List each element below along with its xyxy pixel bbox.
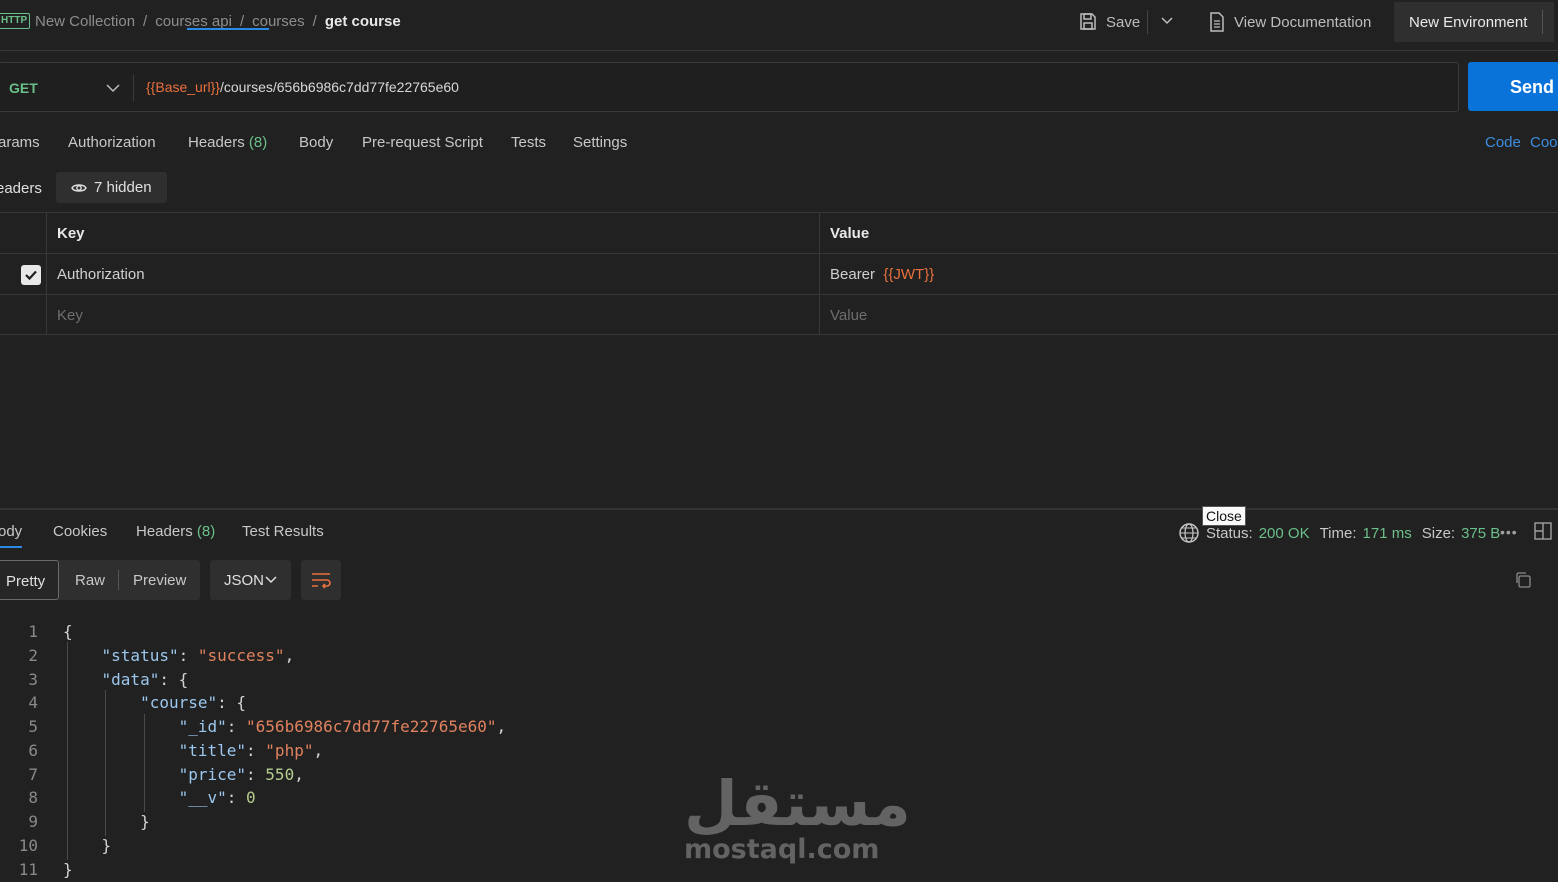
tab-pre-request-script[interactable]: Pre-request Script — [362, 134, 483, 151]
line-number: 3 — [28, 670, 38, 689]
http-request-icon: HTTP — [0, 13, 31, 29]
hidden-headers-toggle[interactable]: 7 hidden — [56, 172, 167, 203]
breadcrumb-collection[interactable]: New Collection — [35, 13, 135, 30]
code-line: "price": 550, — [178, 765, 304, 784]
code-line: } — [63, 860, 73, 879]
new-value-input[interactable]: Value — [820, 295, 1558, 335]
watermark-latin: mostaql.com — [684, 834, 880, 865]
environment-selector[interactable]: New Environment — [1394, 2, 1554, 42]
raw-button[interactable]: Raw — [75, 572, 105, 589]
save-icon — [1080, 13, 1096, 30]
close-tooltip: Close — [1202, 506, 1246, 526]
send-button[interactable]: Send — [1468, 62, 1558, 111]
view-documentation-button[interactable]: View Documentation — [1209, 12, 1371, 32]
method-select[interactable]: GET — [9, 80, 38, 96]
more-options-icon[interactable]: ••• — [1500, 524, 1518, 540]
table-row: Authorization Bearer {{JWT}} — [0, 253, 1558, 294]
header-value-cell[interactable]: Bearer {{JWT}} — [820, 254, 1558, 294]
line-number: 9 — [28, 812, 38, 831]
line-number: 7 — [28, 765, 38, 784]
tab-body[interactable]: Body — [299, 134, 333, 151]
header-key-cell[interactable]: Authorization — [47, 254, 820, 294]
checkmark-icon — [25, 270, 37, 281]
globe-icon[interactable] — [1178, 522, 1200, 544]
line-number: 6 — [28, 741, 38, 760]
top-bar: HTTP New Collection / courses api / cour… — [0, 0, 1558, 51]
code-line: "course": { — [140, 693, 247, 712]
tab-params[interactable]: arams — [0, 134, 40, 151]
cookies-link[interactable]: Coo — [1530, 134, 1558, 151]
line-number: 11 — [18, 860, 38, 879]
line-number: 4 — [28, 693, 38, 712]
tab-settings[interactable]: Settings — [573, 134, 627, 151]
code-line: "__v": 0 — [178, 788, 256, 807]
chevron-down-icon — [265, 576, 277, 584]
document-icon — [1210, 12, 1224, 32]
column-value-header: Value — [830, 225, 870, 242]
code-line: } — [63, 812, 150, 831]
format-select[interactable]: JSON — [210, 560, 291, 600]
tab-test-results[interactable]: Test Results — [242, 523, 324, 540]
header-enabled-checkbox[interactable] — [21, 265, 41, 285]
column-key-header: Key — [47, 213, 820, 253]
code-line: "data": { — [101, 670, 189, 689]
request-name[interactable]: get course — [325, 13, 401, 30]
tab-authorization[interactable]: Authorization — [68, 134, 156, 151]
code-line: "status": "success", — [101, 646, 295, 665]
save-label: Save — [1106, 13, 1141, 31]
watermark-arabic: مستقل — [684, 767, 911, 840]
response-size[interactable]: 375 B — [1461, 525, 1500, 542]
eye-icon — [71, 183, 87, 192]
split-pane-icon[interactable] — [1534, 522, 1552, 540]
headers-count: (8) — [248, 134, 268, 151]
wrap-icon — [312, 573, 331, 589]
line-number: 8 — [28, 788, 38, 807]
headers-section-label: eaders — [0, 180, 42, 197]
line-number: 10 — [18, 836, 38, 855]
chevron-down-icon[interactable] — [106, 82, 120, 94]
status-code[interactable]: 200 OK — [1259, 525, 1310, 542]
hidden-headers-label: 7 hidden — [94, 179, 152, 196]
response-pane-divider[interactable] — [0, 508, 1558, 510]
line-number: 2 — [28, 646, 38, 665]
new-key-input[interactable]: Key — [47, 295, 820, 335]
code-line: { — [63, 622, 73, 641]
pretty-button[interactable]: Pretty — [0, 560, 59, 600]
view-documentation-label: View Documentation — [1234, 13, 1372, 31]
code-line: } — [63, 836, 112, 855]
save-options-chevron-icon[interactable] — [1160, 14, 1174, 28]
wrap-lines-button[interactable] — [301, 560, 341, 600]
code-link[interactable]: Code — [1485, 134, 1521, 151]
code-line: "_id": "656b6986c7dd77fe22765e60", — [178, 717, 507, 736]
active-response-tab-indicator — [0, 546, 22, 548]
copy-icon[interactable] — [1514, 571, 1532, 589]
tab-response-cookies[interactable]: Cookies — [53, 523, 107, 540]
tab-headers[interactable]: Headers (8) — [188, 134, 267, 151]
url-path: /courses/656b6986c7dd77fe22765e60 — [219, 79, 459, 95]
headers-table: Key Value Authorization Bearer {{JWT}} K… — [0, 212, 1558, 335]
line-number: 1 — [28, 622, 38, 641]
active-tab-indicator — [187, 28, 269, 30]
view-mode-group: Pretty Raw Preview — [0, 560, 200, 600]
preview-button[interactable]: Preview — [133, 572, 186, 589]
url-input[interactable]: {{Base_url}}/courses/656b6986c7dd77fe227… — [146, 79, 459, 95]
url-variable: {{Base_url}} — [146, 79, 220, 95]
tab-response-headers[interactable]: Headers (8) — [136, 523, 215, 540]
url-bar: GET {{Base_url}}/courses/656b6986c7dd77f… — [0, 62, 1459, 112]
table-header-row: Key Value — [0, 212, 1558, 253]
tab-tests[interactable]: Tests — [511, 134, 546, 151]
watermark-logo: مستقل mostaql.com — [684, 767, 911, 866]
jwt-variable: {{JWT}} — [883, 266, 935, 283]
save-button[interactable]: Save — [1078, 12, 1140, 32]
table-row-empty: Key Value — [0, 294, 1558, 335]
tab-response-body[interactable]: ody — [0, 523, 22, 540]
code-line: "title": "php", — [178, 741, 324, 760]
response-time[interactable]: 171 ms — [1363, 525, 1412, 542]
line-number: 5 — [28, 717, 38, 736]
